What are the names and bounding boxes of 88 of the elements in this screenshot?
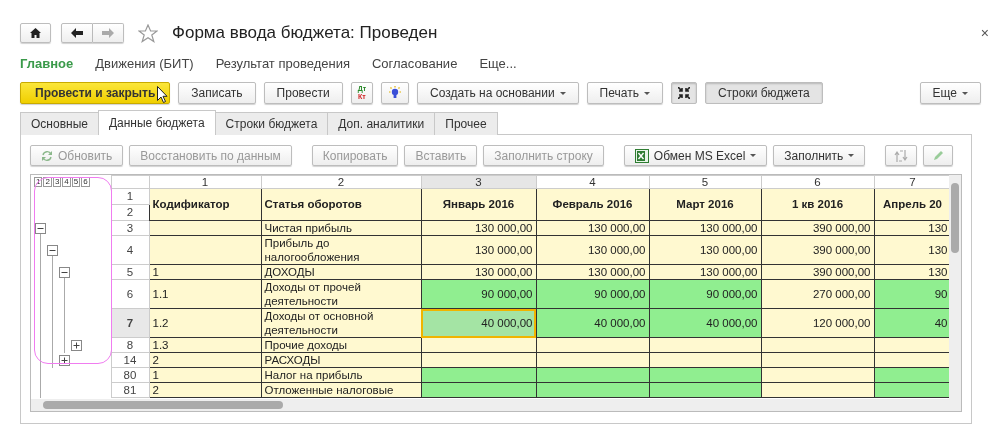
collapse-toggle[interactable] <box>35 223 46 234</box>
lightbulb-icon <box>388 86 403 100</box>
table-cell[interactable]: 90 <box>874 279 950 309</box>
column-number[interactable]: 4 <box>536 175 649 189</box>
table-cell[interactable]: 90 000,00 <box>536 279 649 309</box>
tab[interactable]: Прочее <box>434 112 498 135</box>
dropdown-button[interactable]: Создать на основании <box>417 82 579 104</box>
table-cell: 390 000,00 <box>761 235 874 265</box>
menu-item[interactable]: Еще... <box>479 56 517 74</box>
excel-exchange-button[interactable]: Обмен MS Excel <box>623 145 768 166</box>
table-cell: 130 000,00 <box>421 235 536 265</box>
outline-level-button[interactable]: 5 <box>71 177 81 187</box>
table-cell: 130 <box>874 235 950 265</box>
tab[interactable]: Основные <box>20 112 99 135</box>
tab[interactable]: Данные бюджета <box>97 110 216 135</box>
table-cell: 270 000,00 <box>761 279 874 309</box>
column-number[interactable]: 3 <box>421 175 536 189</box>
table-cell[interactable]: 90 000,00 <box>421 279 536 309</box>
column-number[interactable]: 2 <box>261 175 421 189</box>
star-icon[interactable] <box>138 23 158 43</box>
column-number[interactable]: 7 <box>874 175 950 189</box>
caret-icon <box>559 91 566 95</box>
table-cell[interactable]: 40 <box>874 308 950 338</box>
collapse-toggle[interactable] <box>59 267 70 278</box>
table-cell: Доходы от прочей деятельности <box>261 279 421 309</box>
table-cell: Доходы от основной деятельности <box>261 308 421 338</box>
back-button[interactable] <box>61 23 93 43</box>
table-cell[interactable]: 40 000,00 <box>649 308 761 338</box>
table-cell[interactable]: 40 000,00 <box>421 308 536 338</box>
column-number[interactable]: 5 <box>649 175 761 189</box>
menu-item[interactable]: Движения (БИТ) <box>95 56 194 74</box>
spreadsheet-icon <box>634 148 649 163</box>
table-cell[interactable]: 40 000,00 <box>536 308 649 338</box>
outline-level-button[interactable]: 4 <box>62 177 71 187</box>
toolbar-button[interactable]: Провести <box>263 82 343 104</box>
outline-level-button[interactable]: 2 <box>43 177 52 187</box>
column-header: Февраль 2016 <box>536 188 649 221</box>
vertical-scrollbar[interactable] <box>949 175 961 399</box>
lightbulb-button[interactable] <box>381 82 410 104</box>
table-cell: 1.2 <box>149 308 261 338</box>
column-header: 1 кв 2016 <box>761 188 874 221</box>
post-and-close-button[interactable]: Провести и закрыть <box>20 82 171 104</box>
toolbar-button[interactable]: Записать <box>178 82 256 104</box>
menu-item[interactable]: Главное <box>20 56 74 74</box>
outline-level-button[interactable]: 1 <box>34 177 43 187</box>
home-icon <box>30 28 41 38</box>
outline-level-button[interactable]: 3 <box>52 177 62 187</box>
swap-arrows-icon <box>894 148 909 163</box>
column-header: Статья оборотов <box>261 188 421 221</box>
refresh-icon <box>41 149 53 162</box>
table-cell: 120 000,00 <box>761 308 874 338</box>
expand-toggle[interactable] <box>71 340 82 351</box>
tab[interactable]: Строки бюджета <box>214 112 329 135</box>
cursor-icon <box>157 86 168 103</box>
home-button[interactable] <box>20 23 51 43</box>
tab[interactable]: Доп. аналитики <box>327 112 436 135</box>
table-cell: 1.1 <box>149 279 261 309</box>
table-cell[interactable]: 90 000,00 <box>649 279 761 309</box>
caret-icon <box>643 91 650 95</box>
horizontal-scrollbar[interactable] <box>30 399 962 412</box>
pencil-icon <box>932 149 945 162</box>
table-cell: 130 000,00 <box>536 235 649 265</box>
column-number[interactable]: 6 <box>761 175 874 189</box>
back-arrow-icon <box>71 28 83 38</box>
expand-toggle[interactable] <box>59 355 70 366</box>
dropdown-button[interactable]: Печать <box>586 82 663 104</box>
column-header: Апрель 20 <box>874 188 950 221</box>
menu-item[interactable]: Результат проведения <box>215 56 350 74</box>
column-header: Кодификатор <box>149 188 261 221</box>
forward-arrow-icon <box>102 28 114 38</box>
table-cell: Прибыль до налогообложения <box>261 235 421 265</box>
outline-level-button[interactable]: 6 <box>81 177 90 187</box>
caret-icon <box>962 91 968 95</box>
budget-rows-toggle[interactable]: Строки бюджета <box>704 82 823 104</box>
window-title: Форма ввода бюджета: Проведен <box>172 23 438 43</box>
more-button[interactable]: Еще <box>919 82 981 104</box>
caret-icon <box>750 154 757 157</box>
collapse-button[interactable] <box>670 82 697 104</box>
fill-dropdown-button[interactable]: Заполнить <box>773 145 866 166</box>
table-cell: 130 000,00 <box>649 235 761 265</box>
column-number[interactable]: 1 <box>149 175 261 189</box>
column-header: Март 2016 <box>649 188 761 221</box>
close-button[interactable]: × <box>980 25 989 41</box>
column-header: Январь 2016 <box>421 188 536 221</box>
collapse-arrows-icon <box>677 87 690 99</box>
caret-icon <box>848 154 855 157</box>
collapse-toggle[interactable] <box>47 245 58 256</box>
menu-item[interactable]: Согласование <box>371 56 458 74</box>
